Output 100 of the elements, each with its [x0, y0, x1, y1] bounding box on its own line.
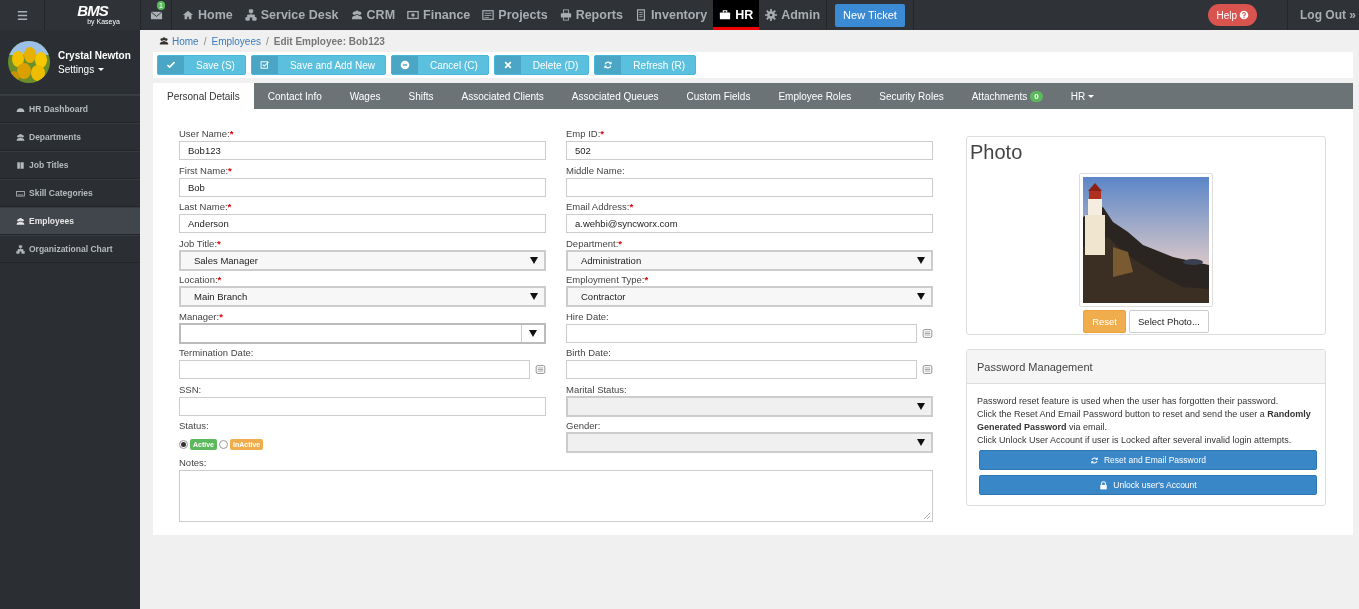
- breadcrumb-separator: /: [203, 35, 207, 47]
- book-icon: [16, 160, 25, 170]
- tab[interactable]: Shifts: [394, 83, 448, 109]
- field-label: Notes:: [179, 456, 207, 469]
- checkbox-icon: [259, 60, 270, 70]
- date-field[interactable]: [566, 323, 917, 343]
- input-field[interactable]: Bob: [179, 177, 546, 197]
- help-button[interactable]: Help: [1208, 4, 1257, 26]
- help-text: Password reset feature is used when the user has forgotten their password.: [977, 395, 1280, 408]
- tab[interactable]: Contact Info: [253, 83, 336, 109]
- password-button[interactable]: Reset and Email Password: [979, 450, 1317, 470]
- tab[interactable]: Custom Fields: [672, 83, 765, 109]
- close-icon: [502, 60, 513, 70]
- date-field[interactable]: [179, 360, 530, 379]
- field-label: SSN:: [179, 383, 202, 396]
- nav-item[interactable]: Inventory: [628, 0, 714, 30]
- photo-button[interactable]: Select Photo...: [1129, 310, 1209, 333]
- new-ticket-button[interactable]: New Ticket: [835, 3, 905, 27]
- tab[interactable]: HR: [1056, 83, 1109, 109]
- people-icon: [16, 132, 25, 142]
- field-label: Last Name:*: [179, 201, 232, 213]
- sidebar-item[interactable]: Organizational Chart: [0, 235, 140, 263]
- input-field[interactable]: [179, 396, 546, 416]
- help-icon: [1239, 10, 1249, 20]
- tab[interactable]: Attachments 0: [957, 83, 1057, 109]
- hierarchy-icon: [244, 9, 257, 21]
- settings-menu[interactable]: Settings: [58, 63, 131, 75]
- sidebar-item[interactable]: Departments: [0, 123, 140, 151]
- nav-item[interactable]: Reports: [553, 0, 629, 30]
- tab[interactable]: Associated Queues: [557, 83, 673, 109]
- tab[interactable]: Security Roles: [865, 83, 958, 109]
- input-field[interactable]: 502: [566, 141, 933, 160]
- radio-button[interactable]: [219, 440, 228, 449]
- nav-item[interactable]: Service Desk: [238, 0, 345, 30]
- dropdown[interactable]: Sales Manager: [179, 249, 546, 271]
- breadcrumb-item[interactable]: Employees: [211, 35, 261, 47]
- menu-icon[interactable]: [15, 8, 29, 22]
- date-field[interactable]: [566, 360, 917, 379]
- input-field[interactable]: a.wehbi@syncworx.com: [566, 214, 933, 233]
- field-label: Termination Date:: [179, 347, 254, 359]
- field-label: Birth Date:: [566, 347, 611, 359]
- gear-icon: [765, 9, 778, 21]
- list-icon: [482, 9, 495, 21]
- field-label: Job Title:*: [179, 237, 221, 250]
- lock-icon: [1099, 480, 1109, 490]
- dropdown[interactable]: Main Branch: [179, 286, 546, 307]
- password-button[interactable]: Unlock user's Account: [979, 475, 1317, 495]
- help-text: Click Unlock User Account if user is Locked after several invalid login attempts.: [977, 434, 1293, 447]
- checkmark-icon: [166, 60, 176, 70]
- tab[interactable]: Wages: [335, 83, 395, 109]
- count-badge: 0: [1030, 90, 1043, 102]
- tab[interactable]: Personal Details: [153, 83, 254, 109]
- tab[interactable]: Associated Clients: [447, 83, 558, 109]
- field-label: Middle Name:: [566, 164, 625, 177]
- input-field[interactable]: Anderson: [179, 214, 546, 233]
- tab[interactable]: Employee Roles: [764, 83, 866, 109]
- nav-item[interactable]: Home: [176, 0, 239, 30]
- keyboard-icon: [16, 188, 25, 198]
- breadcrumb-separator: /: [265, 35, 269, 47]
- calendar-icon[interactable]: [922, 327, 933, 339]
- hierarchy-icon: [16, 244, 25, 254]
- printer-icon: [559, 9, 572, 21]
- field-label: First Name:*: [179, 164, 232, 177]
- breadcrumb-item[interactable]: Home: [159, 35, 199, 47]
- radio-button[interactable]: [179, 440, 188, 449]
- resize-grip-icon: [922, 510, 931, 520]
- home-icon: [182, 9, 194, 21]
- sidebar-item[interactable]: Job Titles: [0, 151, 140, 179]
- nav-item[interactable]: Admin: [759, 0, 827, 30]
- field-label: Email Address:*: [566, 201, 634, 213]
- sidebar-item[interactable]: HR Dashboard: [0, 95, 140, 123]
- breadcrumb-item: Edit Employee: Bob123: [273, 35, 385, 47]
- envelope-icon[interactable]: [149, 8, 163, 22]
- field-label: Employment Type:*: [566, 274, 649, 286]
- sidebar-item[interactable]: Employees: [0, 207, 140, 235]
- calendar-icon[interactable]: [535, 364, 546, 375]
- input-field[interactable]: [566, 177, 933, 197]
- field-label: Marital Status:: [566, 383, 627, 396]
- user-name: Crystal Newton: [58, 49, 131, 61]
- nav-item[interactable]: Projects: [476, 0, 554, 30]
- refresh-icon: [1089, 455, 1099, 465]
- field-label: Hire Date:: [566, 310, 609, 323]
- dropdown[interactable]: Contractor: [566, 286, 933, 307]
- refresh-icon: [603, 60, 614, 70]
- nav-item[interactable]: CRM: [344, 0, 402, 30]
- notes-field[interactable]: [179, 469, 933, 522]
- nav-item[interactable]: Finance: [401, 0, 477, 30]
- nav-item[interactable]: HR: [713, 0, 760, 30]
- help-text: Click the Reset And Email Password button to reset and send the user a Randomly Generated Password via email.: [977, 408, 1312, 434]
- input-field[interactable]: Bob123: [179, 141, 546, 160]
- field-label: Manager:*: [179, 310, 223, 323]
- logout-link[interactable]: Log Out »: [1287, 0, 1359, 30]
- minus-icon: [399, 60, 410, 70]
- dropdown[interactable]: Administration: [566, 249, 933, 271]
- logo: BMS: [77, 4, 108, 18]
- dropdown[interactable]: [179, 322, 546, 344]
- field-label: Gender:: [566, 420, 601, 432]
- people-icon: [159, 36, 169, 46]
- field-label: Status:: [179, 420, 209, 432]
- calendar-icon[interactable]: [922, 364, 933, 375]
